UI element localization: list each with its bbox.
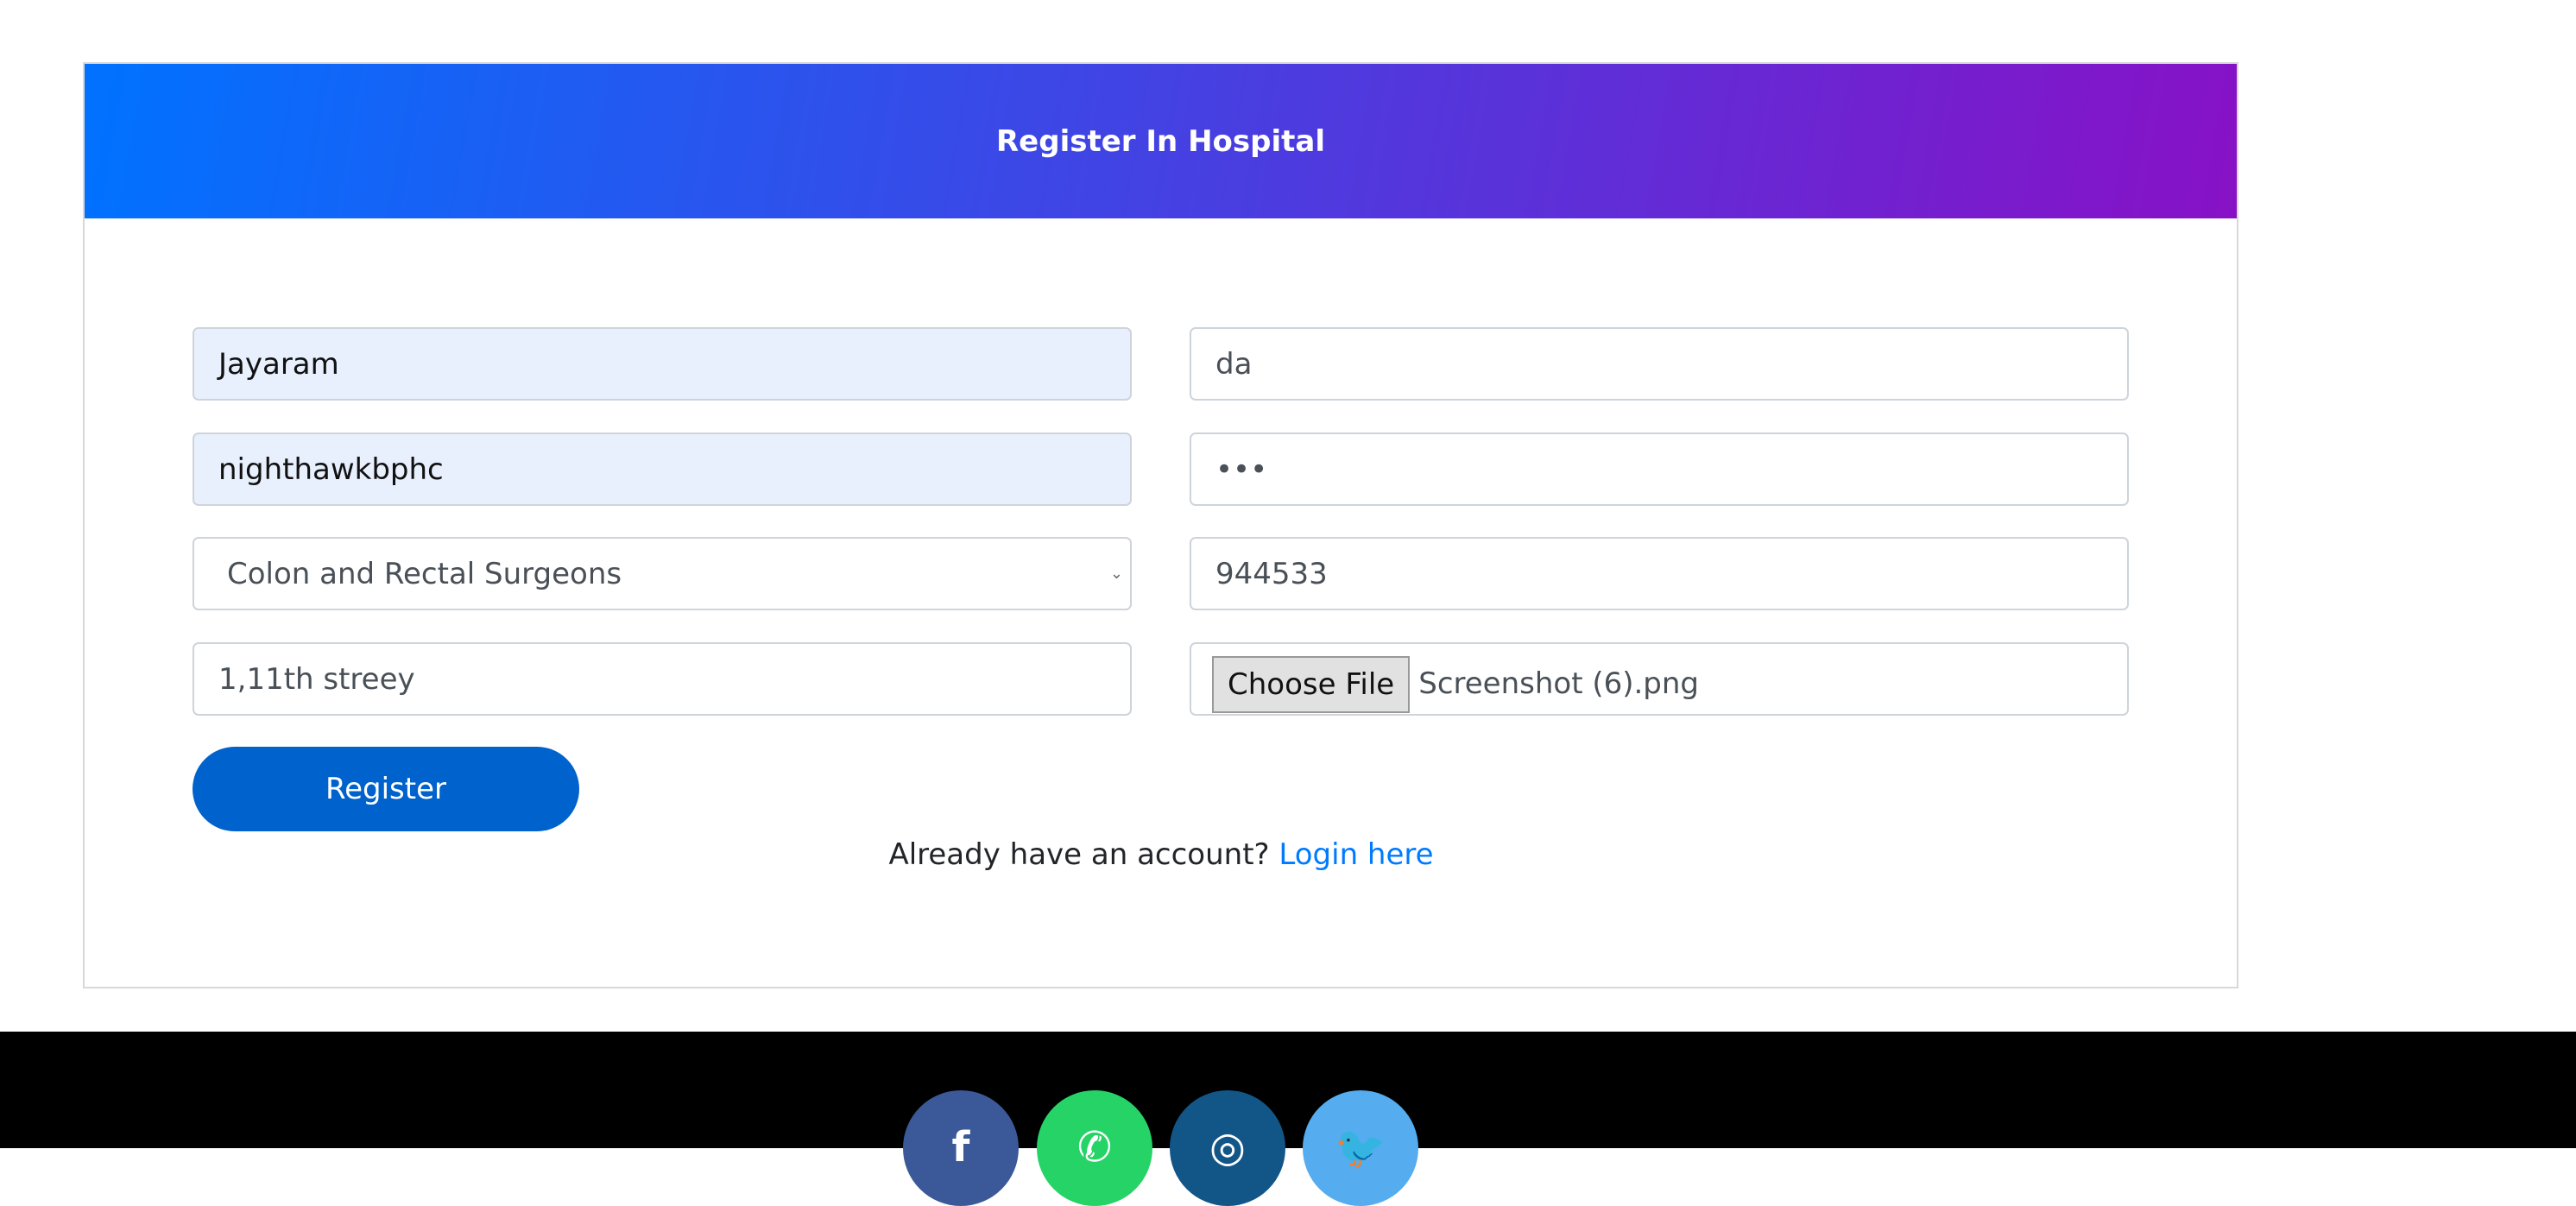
text-input[interactable]: da [1190, 327, 2129, 401]
instagram-icon[interactable]: ◎ [1170, 1090, 1285, 1206]
phone-value: 944533 [1215, 556, 1328, 591]
username-input[interactable]: nighthawkbphc [193, 433, 1132, 506]
facebook-icon[interactable]: f [903, 1090, 1019, 1206]
name-value: Jayaram [218, 346, 339, 382]
chevron-down-icon: ⌄ [1109, 565, 1123, 583]
footer: f ✆ ◎ 🐦 [0, 1032, 2576, 1206]
phone-input[interactable]: 944533 [1190, 537, 2129, 610]
choose-file-button[interactable]: Choose File [1212, 656, 1411, 713]
card-header: Register In Hospital [85, 64, 2237, 218]
address-input[interactable]: 1,11th streey [193, 642, 1132, 716]
login-prompt: Already have an account? Login here [0, 837, 2322, 872]
twitter-icon[interactable]: 🐦 [1303, 1090, 1418, 1206]
file-name: Screenshot (6).png [1418, 666, 1700, 701]
name-input[interactable]: Jayaram [193, 327, 1132, 401]
page-title: Register In Hospital [996, 123, 1325, 159]
input-value: da [1215, 346, 1253, 382]
login-prompt-text: Already have an account? [888, 837, 1270, 872]
address-value: 1,11th streey [218, 661, 415, 697]
specialty-select[interactable]: Colon and Rectal Surgeons ⌄ [193, 537, 1132, 610]
password-input[interactable]: ••• [1190, 433, 2129, 506]
login-link[interactable]: Login here [1279, 837, 1433, 872]
whatsapp-icon[interactable]: ✆ [1037, 1090, 1152, 1206]
password-value: ••• [1215, 451, 1268, 487]
file-input[interactable]: Choose File Screenshot (6).png [1190, 642, 2129, 716]
username-value: nighthawkbphc [218, 451, 444, 487]
register-button[interactable]: Register [193, 747, 579, 831]
specialty-value: Colon and Rectal Surgeons [227, 556, 622, 591]
